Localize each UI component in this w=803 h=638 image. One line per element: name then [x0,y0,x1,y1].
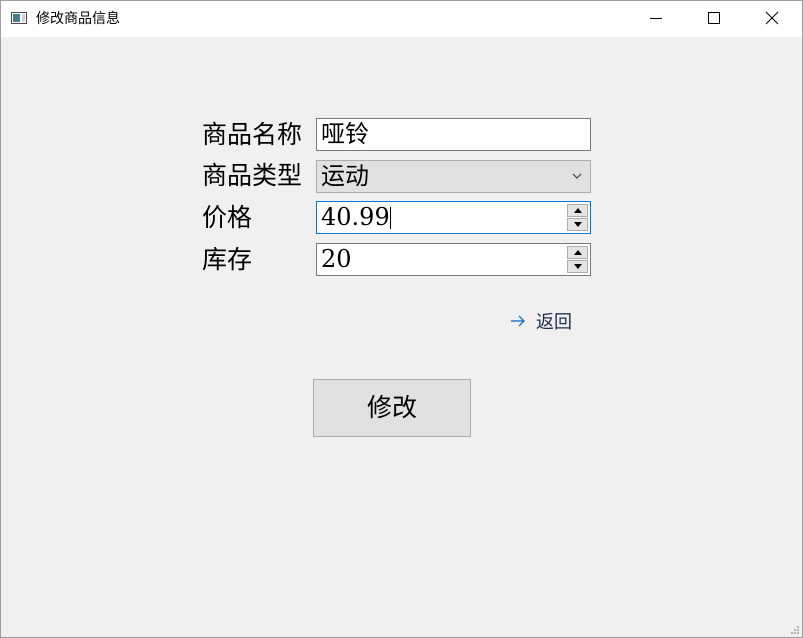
price-label: 价格 [202,203,253,232]
price-spinbox-value: 40.99 [321,203,390,231]
maximize-icon [708,12,720,24]
arrow-right-icon [511,315,525,327]
spin-up-icon [574,250,582,255]
app-icon [11,12,27,24]
main-window: 修改商品信息 商品名称 哑铃 商品类型 运动 价格 40.99 库存 20 返回… [0,0,803,638]
name-input-value: 哑铃 [321,120,369,148]
window-title: 修改商品信息 [36,11,120,27]
stock-spin-down-button[interactable] [567,260,588,273]
stock-spin-buttons [567,246,588,273]
spin-down-icon [574,222,582,227]
close-icon [765,11,779,25]
modify-button[interactable]: 修改 [313,379,471,437]
maximize-button[interactable] [685,1,743,37]
stock-spinbox-value: 20 [321,245,352,273]
name-label: 商品名称 [202,120,303,149]
minimize-button[interactable] [627,1,685,37]
price-spin-buttons [567,204,588,231]
close-button[interactable] [743,1,801,37]
type-select[interactable]: 运动 [316,160,591,193]
text-cursor [390,207,391,229]
price-spinbox[interactable]: 40.99 [316,201,591,234]
stock-label: 库存 [202,245,253,274]
type-label: 商品类型 [202,161,303,190]
stock-spin-up-button[interactable] [567,246,588,259]
back-link-label: 返回 [536,312,572,333]
price-spin-down-button[interactable] [567,218,588,231]
spin-down-icon [574,264,582,269]
spin-up-icon [574,208,582,213]
resize-grip-icon[interactable] [790,625,800,635]
chevron-down-icon [572,173,582,179]
stock-spinbox[interactable]: 20 [316,243,591,276]
name-input[interactable]: 哑铃 [316,118,591,151]
minimize-icon [650,18,662,19]
price-spin-up-button[interactable] [567,204,588,217]
type-select-value: 运动 [321,162,369,190]
title-bar[interactable]: 修改商品信息 [1,1,802,37]
